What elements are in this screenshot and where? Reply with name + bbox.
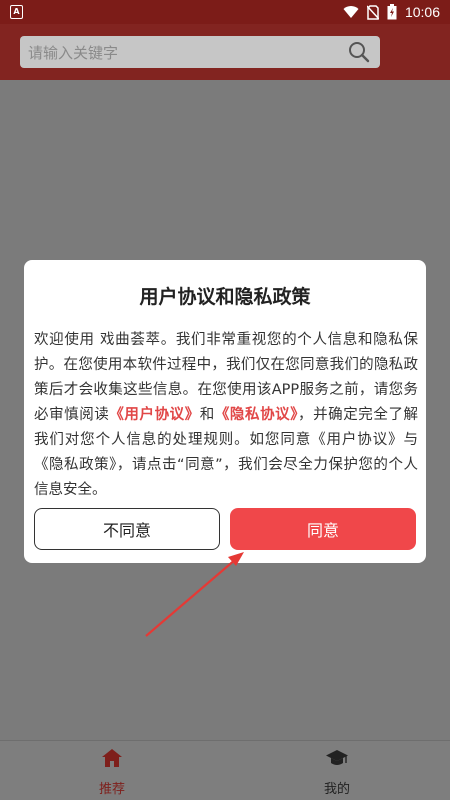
search-placeholder: 请输入关键字 [28,44,119,62]
nav-item-recommend[interactable]: 推荐 [52,747,172,797]
search-input[interactable]: 请输入关键字 [20,36,380,68]
status-icons: 10:06 [343,0,440,24]
battery-charging-icon [387,4,397,20]
no-sim-icon [366,4,379,20]
dialog-title: 用户协议和隐私政策 [139,286,311,308]
privacy-dialog: 用户协议和隐私政策 欢迎使用 戏曲荟萃。我们非常重视您的个人信息和隐私保护。在您… [24,260,426,563]
home-icon [102,749,122,767]
notification-icon: A [10,5,23,19]
agree-button[interactable]: 同意 [230,508,416,550]
nav-item-mine[interactable]: 我的 [277,747,397,797]
user-agreement-link[interactable]: 《用户协议》 [109,407,199,423]
nav-label-recommend: 推荐 [98,782,125,797]
privacy-agreement-link[interactable]: 《隐私协议》 [215,407,298,423]
app-header: 请输入关键字 [0,24,450,80]
nav-label-mine: 我的 [323,782,350,797]
dialog-body: 欢迎使用 戏曲荟萃。我们非常重视您的个人信息和隐私保护。在您使用本软件过程中，我… [34,328,418,503]
body-text-2: 和 [199,407,215,423]
bottom-nav: 推荐 我的 [0,740,450,800]
graduation-cap-icon [326,750,348,765]
wifi-icon [343,6,359,19]
search-icon[interactable] [348,41,370,63]
disagree-button[interactable]: 不同意 [34,508,220,550]
status-bar: A 10:06 [0,0,450,24]
clock: 10:06 [404,4,440,20]
